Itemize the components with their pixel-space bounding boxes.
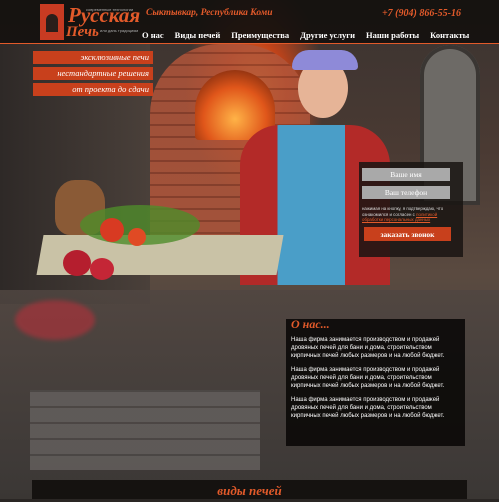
nav-item-our-works[interactable]: Наши работы <box>366 30 419 40</box>
radish <box>90 258 114 280</box>
city-label: Сыктывкар, Республика Коми <box>146 8 273 18</box>
hero-tag-project: от проекта до сдачи <box>33 83 153 96</box>
hero-tag-exclusive: эксклюзивные печи <box>33 51 153 64</box>
blurred-radish <box>15 300 95 340</box>
main-nav: О нас Виды печей Преимущества Другие усл… <box>142 30 480 40</box>
about-paragraph: Наша фирма занимается производством и пр… <box>291 367 445 389</box>
tomato <box>128 228 146 246</box>
nav-item-advantages[interactable]: Преимущества <box>231 30 289 40</box>
site-header: современные технологии Русская Печь или … <box>0 0 499 44</box>
callback-form: нажимая на кнопку, я подтверждаю, что оз… <box>359 162 463 257</box>
stove-types-section: виды печей <box>32 480 467 499</box>
nav-item-contacts[interactable]: Контакты <box>430 30 469 40</box>
phone-input[interactable] <box>362 186 450 199</box>
logo-tagline-2: или дань традициям <box>100 28 139 33</box>
girl-headscarf <box>292 50 358 70</box>
radish <box>63 250 91 276</box>
nav-item-other-services[interactable]: Другие услуги <box>300 30 355 40</box>
about-heading: О нас... <box>291 317 330 331</box>
nav-item-about[interactable]: О нас <box>142 30 164 40</box>
nav-item-stove-types[interactable]: Виды печей <box>175 30 221 40</box>
logo-title-2[interactable]: Печь <box>66 24 99 41</box>
order-call-button[interactable]: заказать звонок <box>364 227 451 241</box>
consent-text: нажимая на кнопку, я подтверждаю, что оз… <box>362 206 444 222</box>
logo-stove-icon[interactable] <box>40 4 64 40</box>
header-divider <box>0 43 499 44</box>
about-paragraph: Наша фирма занимается производством и пр… <box>291 397 445 419</box>
blurred-brick-wall <box>30 390 260 470</box>
name-input[interactable] <box>362 168 450 181</box>
phone-number[interactable]: +7 (904) 866-55-16 <box>382 8 461 19</box>
tomato <box>100 218 124 242</box>
hero-tag-nonstandard: нестандартные решения <box>33 67 153 80</box>
about-section: О нас... Наша фирма занимается производс… <box>286 317 465 446</box>
about-paragraph: Наша фирма занимается производством и пр… <box>291 337 445 359</box>
